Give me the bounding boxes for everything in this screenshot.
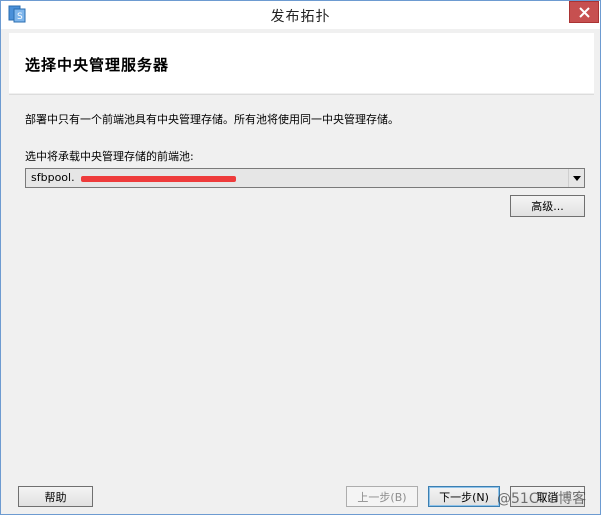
pool-select-label: 选中将承载中央管理存储的前端池: <box>25 150 194 163</box>
dropdown-arrow[interactable] <box>568 169 584 187</box>
cancel-button[interactable]: 取消 <box>510 486 585 507</box>
title-bar[interactable]: S 发布拓扑 <box>1 1 600 29</box>
publish-topology-window: S 发布拓扑 选择中央管理服务器 部署中只有一个前端池具有中央管理存储。所有池将… <box>0 0 601 515</box>
header-divider <box>9 94 594 95</box>
window-title: 发布拓扑 <box>270 9 331 25</box>
close-button[interactable] <box>569 1 599 23</box>
advanced-button[interactable]: 高级... <box>510 195 585 217</box>
redaction-mark <box>81 176 236 182</box>
front-end-pool-select[interactable]: sfbpool. <box>25 168 585 188</box>
help-button[interactable]: 帮助 <box>18 486 93 507</box>
page-header: 选择中央管理服务器 <box>9 33 594 93</box>
next-button[interactable]: 下一步(N) <box>428 486 500 507</box>
description-text: 部署中只有一个前端池具有中央管理存储。所有池将使用同一中央管理存储。 <box>25 113 399 126</box>
previous-button[interactable]: 上一步(B) <box>346 486 418 507</box>
page-title: 选择中央管理服务器 <box>25 56 170 74</box>
chevron-down-icon <box>572 175 581 181</box>
close-icon <box>578 6 590 18</box>
selected-pool-value: sfbpool. <box>31 171 75 184</box>
